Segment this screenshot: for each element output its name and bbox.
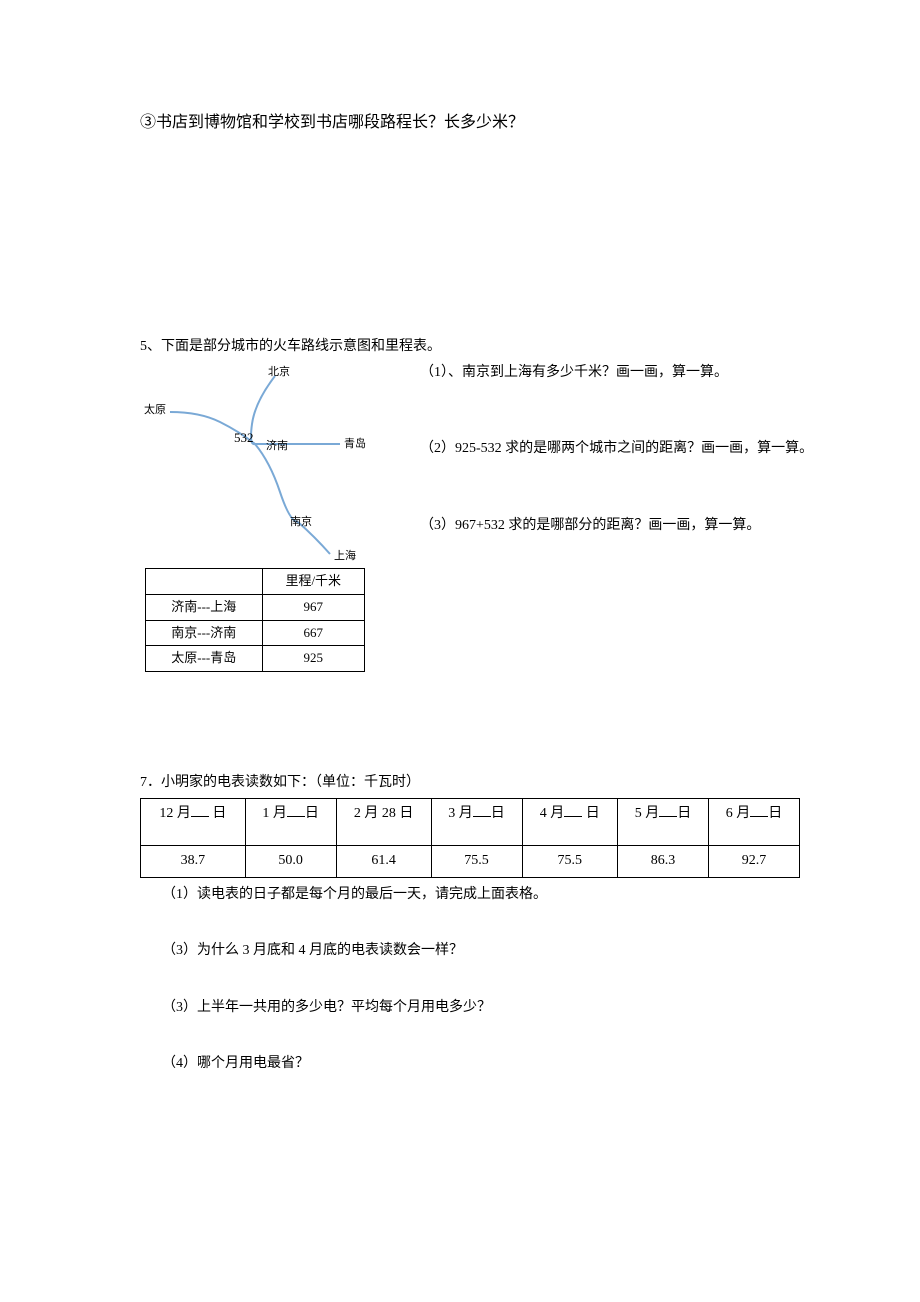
q7-sub1: （1）读电表的日子都是每个月的最后一天，请完成上面表格。 — [162, 884, 800, 906]
q5-sub1: （1）、南京到上海有多少千米？画一画，算一算。 — [420, 362, 840, 384]
table-row: 南京---济南 667 — [146, 620, 365, 646]
question-7-intro: 7．小明家的电表读数如下：（单位：千瓦时） — [140, 772, 800, 794]
city-nanjing: 南京 — [290, 514, 312, 532]
month-header: 2 月 28 日 — [336, 799, 431, 846]
question-5-subquestions: （1）、南京到上海有多少千米？画一画，算一算。 （2）925-532 求的是哪两… — [420, 362, 840, 591]
route-cell: 南京---济南 — [146, 620, 263, 646]
month-header: 12 月 日 — [141, 799, 246, 846]
table-row: 38.7 50.0 61.4 75.5 75.5 86.3 92.7 — [141, 846, 800, 877]
month-header: 4 月 日 — [522, 799, 618, 846]
month-header: 3 月日 — [431, 799, 522, 846]
header-km: 里程/千米 — [262, 568, 365, 594]
route-map-svg — [140, 362, 410, 572]
km-cell: 925 — [262, 646, 365, 672]
table-row: 里程/千米 — [146, 568, 365, 594]
city-taiyuan: 太原 — [144, 402, 166, 420]
city-jinan: 济南 — [266, 438, 288, 456]
mileage-table: 里程/千米 济南---上海 967 南京---济南 667 太原---青岛 92… — [145, 568, 365, 672]
route-map: 北京 太原 532 济南 青岛 南京 上海 里程/千米 济南---上海 967 … — [140, 362, 410, 652]
table-row: 太原---青岛 925 — [146, 646, 365, 672]
meter-value: 75.5 — [522, 846, 618, 877]
q7-sub2: （3）为什么 3 月底和 4 月底的电表读数会一样？ — [162, 940, 800, 962]
month-header: 5 月日 — [618, 799, 709, 846]
question-5-intro: 5、下面是部分城市的火车路线示意图和里程表。 — [140, 336, 800, 358]
question-3: ③书店到博物馆和学校到书店哪段路程长？长多少米？ — [140, 110, 800, 136]
meter-value: 61.4 — [336, 846, 431, 877]
table-row: 12 月 日 1 月日 2 月 28 日 3 月日 4 月 日 5 月日 6 月… — [141, 799, 800, 846]
km-cell: 667 — [262, 620, 365, 646]
meter-value: 38.7 — [141, 846, 246, 877]
meter-value: 50.0 — [245, 846, 336, 877]
q5-sub2: （2）925-532 求的是哪两个城市之间的距离？画一画，算一算。 — [420, 438, 840, 460]
month-header: 6 月日 — [708, 799, 799, 846]
km-cell: 967 — [262, 594, 365, 620]
city-beijing: 北京 — [268, 364, 290, 382]
distance-label-532: 532 — [234, 428, 254, 449]
meter-table: 12 月 日 1 月日 2 月 28 日 3 月日 4 月 日 5 月日 6 月… — [140, 798, 800, 877]
q7-sub3: （3）上半年一共用的多少电？平均每个月用电多少？ — [162, 997, 800, 1019]
city-qingdao: 青岛 — [344, 436, 366, 454]
page: ③书店到博物馆和学校到书店哪段路程长？长多少米？ 5、下面是部分城市的火车路线示… — [0, 0, 920, 1135]
header-blank — [146, 568, 263, 594]
route-cell: 太原---青岛 — [146, 646, 263, 672]
month-header: 1 月日 — [245, 799, 336, 846]
meter-value: 75.5 — [431, 846, 522, 877]
q7-sub4: （4）哪个月用电最省？ — [162, 1053, 800, 1075]
table-row: 济南---上海 967 — [146, 594, 365, 620]
meter-value: 92.7 — [708, 846, 799, 877]
meter-value: 86.3 — [618, 846, 709, 877]
q5-sub3: （3）967+532 求的是哪部分的距离？画一画，算一算。 — [420, 515, 840, 537]
question-5-block: 北京 太原 532 济南 青岛 南京 上海 里程/千米 济南---上海 967 … — [140, 362, 800, 652]
city-shanghai: 上海 — [334, 548, 356, 566]
route-cell: 济南---上海 — [146, 594, 263, 620]
